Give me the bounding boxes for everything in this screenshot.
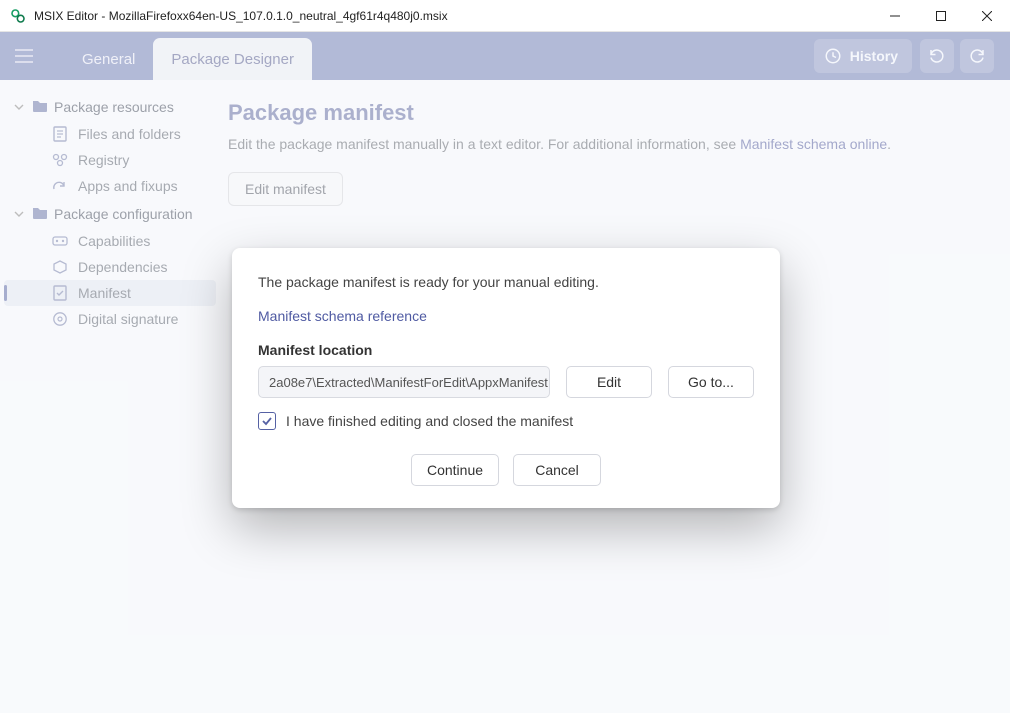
undo-button[interactable]: [920, 39, 954, 73]
schema-reference-link[interactable]: Manifest schema reference: [258, 308, 427, 324]
chevron-down-icon: [14, 206, 26, 222]
page-title: Package manifest: [228, 100, 982, 126]
window-title: MSIX Editor - MozillaFirefoxx64en-US_107…: [34, 9, 448, 23]
history-button[interactable]: History: [814, 39, 912, 73]
edit-button[interactable]: Edit: [566, 366, 652, 398]
redo-button[interactable]: [960, 39, 994, 73]
app-icon: [10, 8, 26, 24]
file-icon: [52, 126, 68, 142]
close-button[interactable]: [964, 0, 1010, 32]
sidebar-item-label: Apps and fixups: [78, 178, 178, 194]
titlebar: MSIX Editor - MozillaFirefoxx64en-US_107…: [0, 0, 1010, 32]
goto-button[interactable]: Go to...: [668, 366, 754, 398]
finished-checkbox-row[interactable]: I have finished editing and closed the m…: [258, 412, 754, 430]
finished-checkbox-label: I have finished editing and closed the m…: [286, 413, 573, 429]
chevron-down-icon: [14, 99, 26, 115]
sidebar-item-label: Manifest: [78, 285, 131, 301]
page-subtitle: Edit the package manifest manually in a …: [228, 136, 982, 152]
sidebar-item-registry[interactable]: Registry: [4, 147, 216, 173]
sidebar-item-files[interactable]: Files and folders: [4, 121, 216, 147]
manifest-path-field[interactable]: 2a08e7\Extracted\ManifestForEdit\AppxMan…: [258, 366, 550, 398]
history-label: History: [850, 48, 898, 64]
sidebar-group-config[interactable]: Package configuration: [4, 199, 216, 228]
manifest-location-label: Manifest location: [258, 342, 754, 358]
sidebar-item-manifest[interactable]: Manifest: [4, 280, 216, 306]
sidebar-item-apps[interactable]: Apps and fixups: [4, 173, 216, 199]
maximize-button[interactable]: [918, 0, 964, 32]
signature-icon: [52, 311, 68, 327]
sidebar-item-dependencies[interactable]: Dependencies: [4, 254, 216, 280]
apps-icon: [52, 179, 68, 193]
folder-icon: [32, 205, 48, 222]
continue-button[interactable]: Continue: [411, 454, 499, 486]
menu-button[interactable]: [4, 36, 44, 76]
edit-manifest-button[interactable]: Edit manifest: [228, 172, 343, 206]
sidebar-item-label: Capabilities: [78, 233, 150, 249]
dependencies-icon: [52, 260, 68, 274]
sidebar-item-capabilities[interactable]: Capabilities: [4, 228, 216, 254]
sidebar-item-label: Files and folders: [78, 126, 181, 142]
registry-icon: [52, 153, 68, 167]
sidebar: Package resources Files and folders Regi…: [0, 80, 220, 713]
edit-manifest-dialog: The package manifest is ready for your m…: [232, 248, 780, 508]
cancel-button[interactable]: Cancel: [513, 454, 601, 486]
sidebar-group-label: Package resources: [54, 99, 174, 115]
sidebar-item-signature[interactable]: Digital signature: [4, 306, 216, 332]
folder-icon: [32, 98, 48, 115]
schema-online-link[interactable]: Manifest schema online: [740, 136, 887, 152]
tab-package-designer[interactable]: Package Designer: [153, 38, 312, 80]
sidebar-item-label: Dependencies: [78, 259, 168, 275]
manifest-icon: [52, 285, 68, 301]
sidebar-item-label: Registry: [78, 152, 129, 168]
minimize-button[interactable]: [872, 0, 918, 32]
dialog-message: The package manifest is ready for your m…: [258, 274, 754, 290]
sidebar-group-label: Package configuration: [54, 206, 193, 222]
capabilities-icon: [52, 235, 68, 247]
sidebar-item-label: Digital signature: [78, 311, 178, 327]
finished-checkbox[interactable]: [258, 412, 276, 430]
header-toolbar: General Package Designer History: [0, 32, 1010, 80]
sidebar-group-resources[interactable]: Package resources: [4, 92, 216, 121]
tab-general[interactable]: General: [64, 38, 153, 80]
